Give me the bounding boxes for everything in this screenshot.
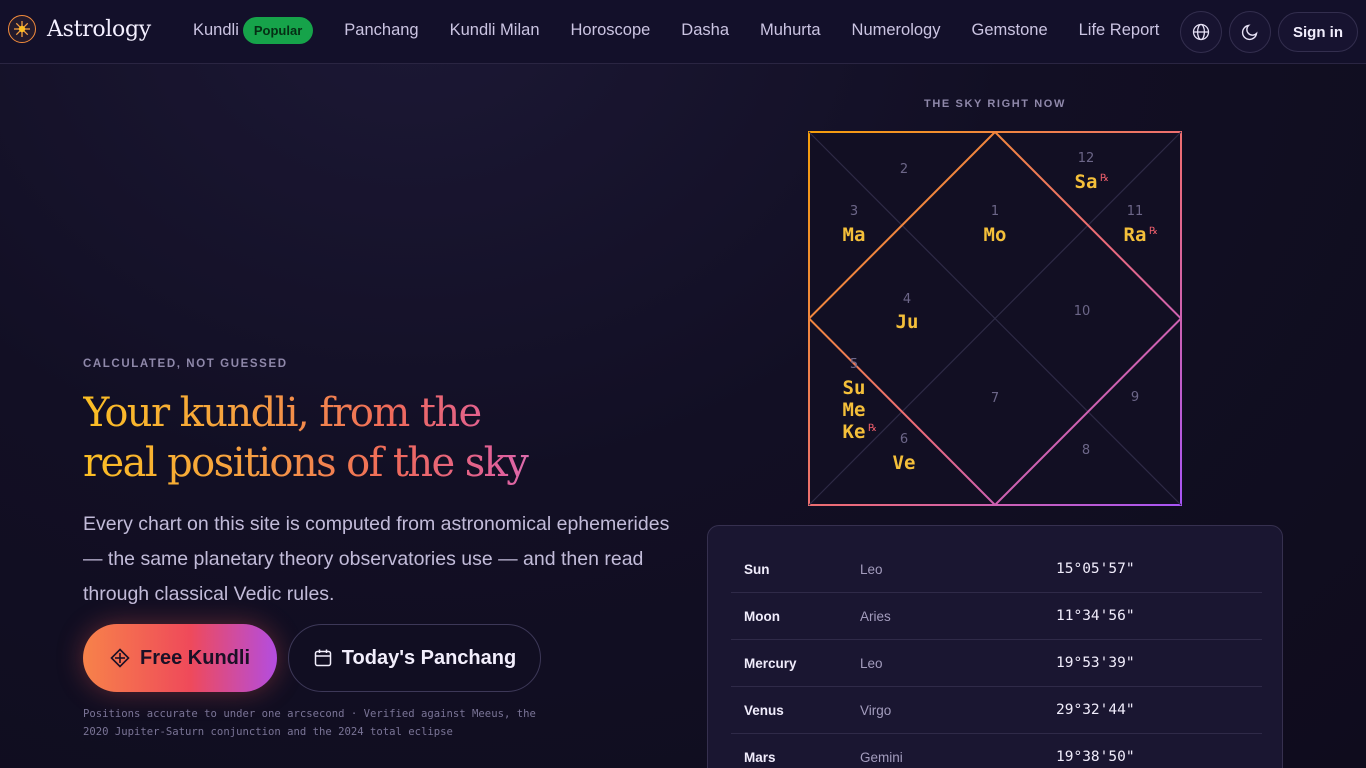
nav-link-numerology[interactable]: Numerology <box>852 21 941 40</box>
todays-panchang-button[interactable]: Today's Panchang <box>288 624 541 692</box>
brand-name: Astrology <box>47 16 151 42</box>
house-number-5: 5 <box>850 357 858 372</box>
free-kundli-button[interactable]: Free Kundli <box>83 624 277 692</box>
planet-ve: Ve <box>893 452 916 474</box>
sign-name: Leo <box>860 655 883 671</box>
house-number-10: 10 <box>1074 304 1091 319</box>
popular-badge: Popular <box>242 17 314 44</box>
planet-name: Venus <box>744 702 784 718</box>
degree-value: 19°38'50" <box>1056 749 1135 765</box>
nav-link-dasha[interactable]: Dasha <box>681 21 729 40</box>
hero-headline-line2: real positions of the sky <box>83 440 528 486</box>
table-row: Mercury Leo 19°53'39" <box>731 640 1262 687</box>
nav-link-kundli-milan[interactable]: Kundli Milan <box>450 21 540 40</box>
planet-positions-table: Sun Leo 15°05'57" Moon Aries 11°34'56" Mercury… <box>707 525 1283 768</box>
planet-name: Mercury <box>744 655 797 671</box>
sign-name: Virgo <box>860 702 892 718</box>
house-number-8: 8 <box>1082 443 1090 458</box>
planet-ma: Ma <box>843 224 866 246</box>
hero-headline-line1: Your kundli, from the <box>83 390 481 436</box>
todays-panchang-label: Today's Panchang <box>341 646 517 669</box>
table-row: Sun Leo 15°05'57" <box>731 546 1262 593</box>
hero-lead: Every chart on this site is computed fro… <box>83 513 670 605</box>
top-nav: Astrology Kundli Popular Panchang Kundli… <box>0 0 1366 64</box>
hero-eyebrow: CALCULATED, NOT GUESSED <box>83 358 288 370</box>
moon-icon <box>1241 24 1258 41</box>
nav-link-kundli[interactable]: Kundli <box>193 21 239 40</box>
nav-item-kundli[interactable]: Kundli Popular <box>193 17 314 44</box>
free-kundli-label: Free Kundli <box>139 646 250 669</box>
house-number-9: 9 <box>1131 390 1139 405</box>
planet-su: Su <box>843 377 866 399</box>
table-row: Venus Virgo 29°32'44" <box>731 687 1262 734</box>
calendar-icon <box>314 649 332 667</box>
table-row: Mars Gemini 19°38'50" <box>731 734 1262 768</box>
kundli-chart: 1Mo23Ma4Ju5SuMeKe ℞6Ve7891011Ra ℞12Sa ℞ <box>808 131 1182 506</box>
sun-logo-icon <box>8 15 36 43</box>
nav-link-gemstone[interactable]: Gemstone <box>972 21 1048 40</box>
sign-in-button[interactable]: Sign in <box>1278 12 1358 52</box>
degree-value: 19°53'39" <box>1056 655 1135 671</box>
house-number-12: 12 <box>1078 151 1095 166</box>
language-button[interactable] <box>1180 11 1222 53</box>
nav-actions: Sign in <box>1173 11 1358 53</box>
degree-value: 29°32'44" <box>1056 702 1135 718</box>
planet-name: Mars <box>744 749 776 765</box>
nav-link-muhurta[interactable]: Muhurta <box>760 21 821 40</box>
theme-toggle-button[interactable] <box>1229 11 1271 53</box>
retrograde-marker-sa: ℞ <box>1100 173 1109 184</box>
house-number-4: 4 <box>903 292 911 307</box>
planet-me: Me <box>843 399 866 421</box>
sign-name: Aries <box>860 608 891 624</box>
retrograde-marker-ra: ℞ <box>1149 226 1158 237</box>
sign-name: Gemini <box>860 749 903 765</box>
planet-ra: Ra <box>1124 224 1147 246</box>
sky-label: THE SKY RIGHT NOW <box>924 98 1066 110</box>
nav-link-life-report[interactable]: Life Report <box>1079 21 1160 40</box>
globe-icon <box>1192 23 1210 41</box>
nav-link-horoscope[interactable]: Horoscope <box>571 21 651 40</box>
house-number-3: 3 <box>850 204 858 219</box>
house-number-7: 7 <box>991 391 999 406</box>
planet-ke: Ke <box>843 421 866 443</box>
house-number-6: 6 <box>900 432 908 447</box>
accuracy-note: Positions accurate to under one arcsecon… <box>83 708 536 738</box>
degree-value: 11°34'56" <box>1056 608 1135 624</box>
planet-name: Moon <box>744 608 780 624</box>
nav-links: Kundli Popular Panchang Kundli Milan Hor… <box>193 17 1190 44</box>
table-row: Moon Aries 11°34'56" <box>731 593 1262 640</box>
house-number-2: 2 <box>900 162 908 177</box>
planet-name: Sun <box>744 561 770 577</box>
sign-name: Leo <box>860 561 883 577</box>
planet-mo: Mo <box>984 224 1007 246</box>
retrograde-marker-ke: ℞ <box>868 423 877 434</box>
hero-headline: Your kundli, from the real positions of … <box>83 388 643 488</box>
brand[interactable]: Astrology <box>8 15 151 43</box>
planet-ju: Ju <box>896 311 919 333</box>
diamond-crosshair-icon <box>110 648 130 668</box>
house-number-1: 1 <box>991 204 999 219</box>
degree-value: 15°05'57" <box>1056 561 1135 577</box>
house-number-11: 11 <box>1127 204 1144 219</box>
planet-sa: Sa <box>1075 171 1098 193</box>
nav-link-panchang[interactable]: Panchang <box>344 21 418 40</box>
